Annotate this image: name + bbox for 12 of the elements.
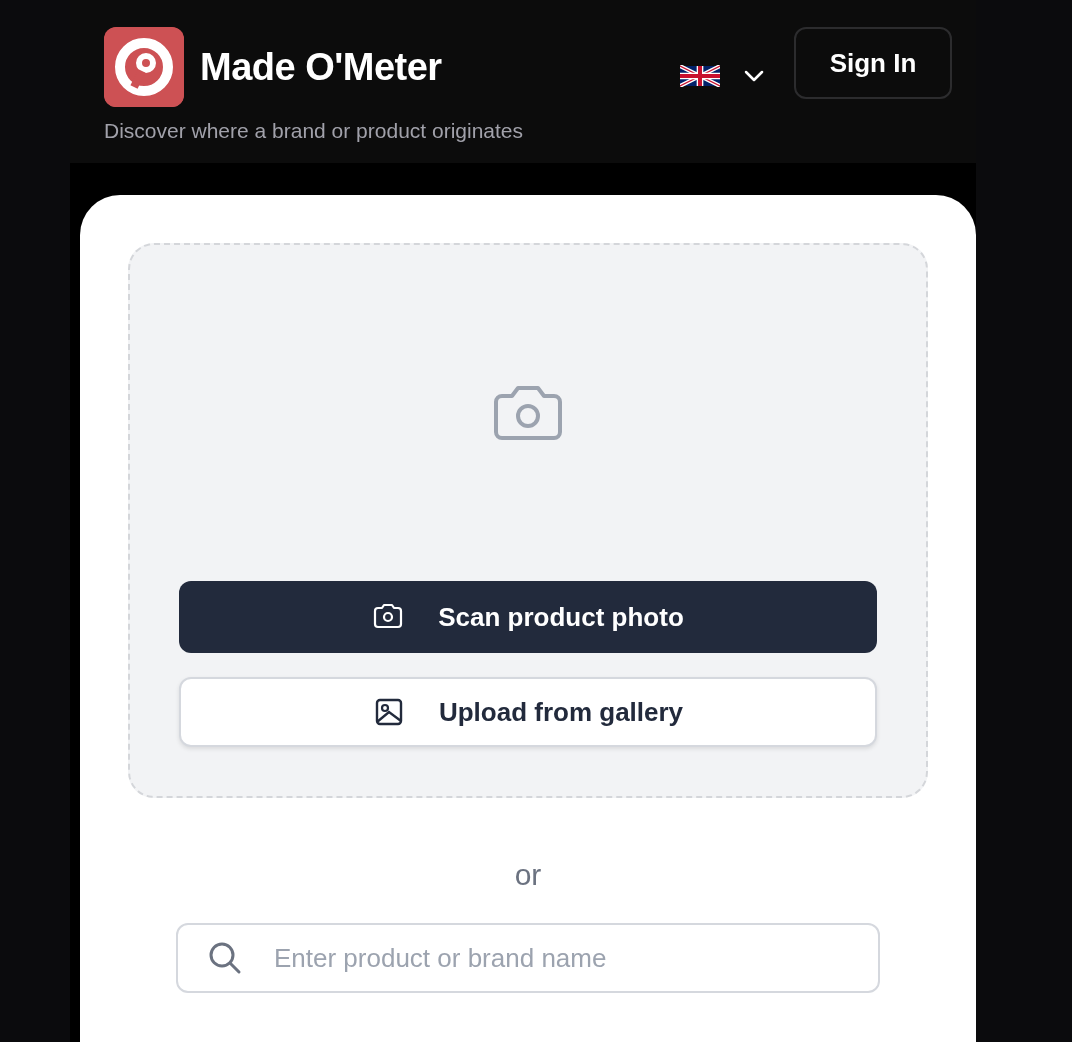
search-field[interactable]: Enter product or brand name	[176, 923, 880, 993]
separator-text: or	[513, 857, 543, 893]
app-title: Made O'Meter	[200, 44, 442, 90]
flag-icon	[680, 65, 720, 87]
sign-in-button[interactable]: Sign In	[794, 27, 952, 99]
tagline: Discover where a brand or product originates	[104, 118, 524, 144]
upload-area[interactable]: Scan product photo Upload from gallery	[128, 243, 928, 798]
upload-button[interactable]: Upload from gallery	[179, 677, 877, 747]
logo-icon	[104, 27, 184, 107]
chevron-down-icon	[744, 70, 764, 82]
search-icon	[208, 941, 242, 975]
scan-button[interactable]: Scan product photo	[179, 581, 877, 653]
